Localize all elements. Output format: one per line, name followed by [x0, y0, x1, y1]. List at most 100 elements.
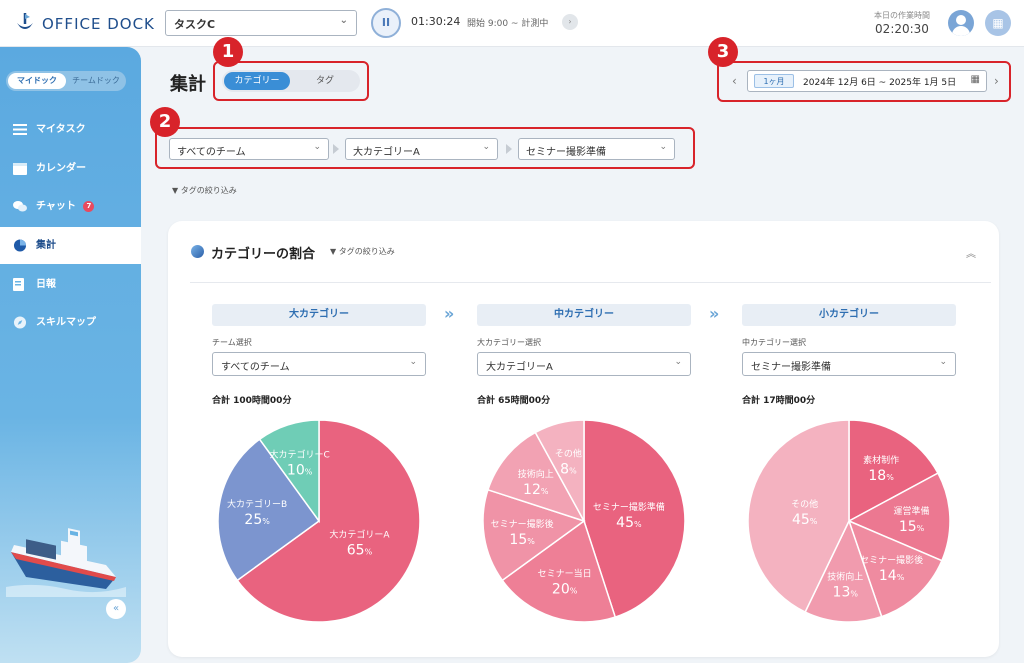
column-select-value: 大カテゴリーA: [486, 362, 553, 373]
pie-slice-label: セミナー撮影後: [860, 554, 923, 566]
task-select[interactable]: タスクC ⌄: [165, 10, 357, 36]
user-avatar-icon[interactable]: [948, 10, 974, 36]
date-range-picker[interactable]: 1ヶ月 2024年 12月 6日 ~ 2025年 1月 5日 ▦: [747, 70, 987, 92]
compass-icon: [13, 316, 27, 329]
pie-chart-major: 大カテゴリーA65%大カテゴリーB25%大カテゴリーC10%: [217, 419, 421, 623]
column-select-value: すべてのチーム: [221, 362, 290, 373]
callout-number-1: 1: [213, 37, 243, 67]
team-filter-select[interactable]: すべてのチーム ⌄: [169, 138, 329, 160]
column-label-major: 大カテゴリー選択: [477, 338, 541, 347]
pie-slice-label: セミナー撮影後: [491, 518, 554, 530]
pie-chart-mid: セミナー撮影準備45%セミナー当日20%セミナー撮影後15%技術向上12%その他…: [482, 419, 686, 623]
chevron-down-icon: ⌄: [674, 357, 682, 367]
sidebar-item-label: カレンダー: [36, 163, 86, 174]
column-total-minor: 合計 17時間00分: [742, 396, 816, 406]
chevron-right-icon[interactable]: ›: [994, 74, 999, 88]
start-info: 開始 9:00 ~ 計測中: [467, 19, 549, 29]
page-title: 集計: [170, 74, 206, 95]
card-tag-filter-label: タグの絞り込み: [338, 247, 395, 256]
tab-tag[interactable]: タグ: [292, 72, 358, 90]
major-category-filter-select[interactable]: 大カテゴリーA ⌄: [345, 138, 498, 160]
column-head-minor: 小カテゴリー: [742, 304, 956, 326]
tag-filter-link[interactable]: ▼ タグの絞り込み: [172, 185, 237, 196]
pie-slice-label: セミナー当日: [538, 568, 592, 580]
pie-slice-label: セミナー撮影準備: [593, 501, 665, 513]
unread-badge: 7: [83, 200, 95, 212]
ship-illustration: [6, 528, 126, 597]
column-select-major[interactable]: 大カテゴリーA ⌄: [477, 352, 691, 376]
chevron-down-icon: ⌄: [409, 357, 417, 367]
sidebar-item-label: チャット: [36, 201, 76, 212]
pie-slice-label: その他: [555, 447, 582, 459]
dock-toggle[interactable]: マイドック チームドック: [6, 71, 126, 91]
filter-icon: ▼: [172, 186, 181, 195]
work-time-value: 02:20:30: [875, 22, 929, 36]
collapse-card-icon[interactable]: ︽: [966, 245, 976, 260]
pie-slice-label: 素材制作: [863, 454, 899, 466]
column-label-team: チーム選択: [212, 338, 252, 347]
task-select-value: タスクC: [174, 18, 216, 31]
timer-display: 01:30:24: [411, 15, 461, 28]
pause-button[interactable]: II: [371, 8, 401, 38]
pie-slice-label: 技術向上: [518, 468, 554, 480]
date-range-text: 2024年 12月 6日 ~ 2025年 1月 5日: [803, 78, 957, 88]
column-select-team[interactable]: すべてのチーム ⌄: [212, 352, 426, 376]
toggle-team-dock[interactable]: チームドック: [68, 73, 124, 89]
toggle-my-dock[interactable]: マイドック: [8, 73, 66, 89]
pie-chart-minor: 素材制作18%運営準備15%セミナー撮影後14%技術向上13%その他45%: [747, 419, 951, 623]
column-total-mid: 合計 65時間00分: [477, 396, 551, 406]
pie-slice-label: 大カテゴリーC: [270, 448, 330, 460]
double-chevron-right-icon: »: [709, 304, 720, 323]
pie-slice-label: 技術向上: [827, 571, 863, 583]
top-bar: OFFICE DOCK タスクC ⌄ II 01:30:24 開始 9:00 ~…: [0, 0, 1024, 47]
tab-category[interactable]: カテゴリー: [224, 72, 290, 90]
chevron-down-icon: ⌄: [313, 142, 321, 152]
column-label-mid: 中カテゴリー選択: [742, 338, 806, 347]
card-title: カテゴリーの割合: [211, 247, 316, 262]
sidebar-item-chat[interactable]: チャット 7: [0, 188, 141, 225]
sidebar-item-daily-report[interactable]: 日報: [0, 266, 141, 303]
callout-number-3: 3: [708, 37, 738, 67]
card-tag-filter-link[interactable]: ▼ タグの絞り込み: [330, 246, 395, 257]
period-selector[interactable]: 1ヶ月: [754, 74, 794, 88]
tag-filter-label: タグの絞り込み: [180, 186, 237, 195]
sidebar-item-calendar[interactable]: カレンダー: [0, 150, 141, 187]
sidebar-item-label: 日報: [36, 279, 56, 290]
major-category-filter-value: 大カテゴリーA: [353, 147, 420, 158]
logo-icon: [14, 11, 36, 37]
sidebar-item-my-task[interactable]: マイタスク: [0, 111, 141, 148]
pie-slice-label: 運営準備: [894, 505, 930, 517]
chevron-down-icon: ⌄: [939, 357, 947, 367]
list-icon: [13, 124, 27, 135]
chevron-down-icon: ⌄: [339, 15, 348, 26]
chevron-right-icon: ›: [568, 17, 572, 26]
view-tabs: カテゴリー タグ: [222, 70, 360, 92]
column-select-mid[interactable]: セミナー撮影準備 ⌄: [742, 352, 956, 376]
filter-icon: ▼: [330, 247, 339, 256]
column-head-major: 大カテゴリー: [212, 304, 426, 326]
pie-slice-label: 大カテゴリーB: [227, 498, 287, 510]
timer-detail-button[interactable]: ›: [562, 14, 578, 30]
sidebar: マイドック チームドック マイタスク カレンダー チャット 7 集計 日報 スキ…: [0, 47, 141, 663]
sidebar-item-skill-map[interactable]: スキルマップ: [0, 304, 141, 341]
calendar-icon: [13, 163, 27, 175]
logo-text: OFFICE DOCK: [42, 15, 155, 33]
calendar-icon[interactable]: ▦: [971, 74, 980, 85]
pie-slice-label: 大カテゴリーA: [329, 529, 390, 541]
mid-category-filter-select[interactable]: セミナー撮影準備 ⌄: [518, 138, 675, 160]
pie-chart-icon: [13, 239, 27, 252]
callout-number-2: 2: [150, 107, 180, 137]
chevron-left-icon[interactable]: ‹: [732, 74, 737, 88]
filter-separator-icon: [506, 144, 512, 154]
sidebar-item-label: スキルマップ: [36, 317, 96, 328]
chat-icon: [13, 201, 27, 212]
sidebar-item-summary[interactable]: 集計: [0, 227, 141, 264]
double-chevron-right-icon: »: [444, 304, 455, 323]
column-head-mid: 中カテゴリー: [477, 304, 691, 326]
chevron-down-icon: ⌄: [659, 142, 667, 152]
chevron-down-icon: ⌄: [482, 142, 490, 152]
company-icon[interactable]: ▦: [985, 10, 1011, 36]
logo[interactable]: OFFICE DOCK: [14, 11, 155, 37]
mid-category-filter-value: セミナー撮影準備: [526, 147, 606, 158]
collapse-sidebar-button[interactable]: «: [106, 599, 126, 619]
